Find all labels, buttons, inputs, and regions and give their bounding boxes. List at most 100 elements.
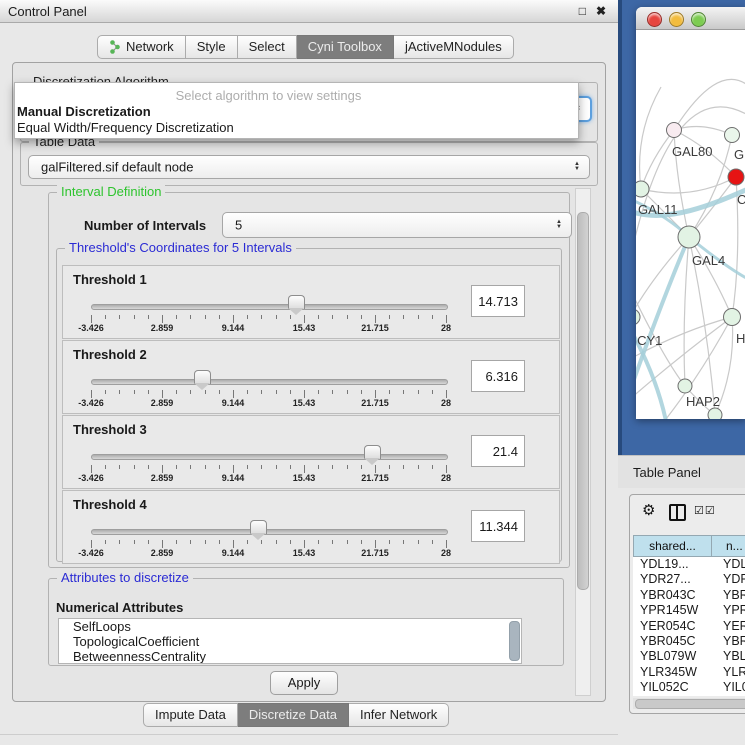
slider-handle[interactable] xyxy=(194,370,211,384)
threshold-value-field[interactable]: 14.713 xyxy=(471,285,525,317)
cell-name[interactable]: YBR0 xyxy=(717,588,745,603)
cell-name[interactable]: YDL1 xyxy=(717,557,745,572)
slider-handle[interactable] xyxy=(288,295,305,309)
slider-tick-label: 28 xyxy=(421,548,471,558)
slider-tick xyxy=(361,465,362,469)
threshold-value-field[interactable]: 6.316 xyxy=(471,360,525,392)
network-node[interactable] xyxy=(724,309,741,326)
close-traffic-light[interactable] xyxy=(647,12,662,27)
cell-name[interactable]: YDR2 xyxy=(717,572,745,587)
slider-tick xyxy=(403,315,404,319)
tab-network[interactable]: Network xyxy=(97,35,186,59)
slider-track[interactable] xyxy=(91,304,448,310)
table-row[interactable]: YPR145WYPR1 xyxy=(633,603,745,618)
slider-handle[interactable] xyxy=(250,520,267,534)
close-window-icon[interactable]: ✖ xyxy=(596,4,606,18)
network-node[interactable] xyxy=(725,128,740,143)
popup-item-manual[interactable]: Manual Discretization xyxy=(17,104,151,119)
network-edge-highlighted[interactable] xyxy=(636,237,689,391)
column-header-name[interactable]: n... xyxy=(712,535,745,557)
cell-shared-name[interactable]: YDL19... xyxy=(633,557,717,572)
cell-name[interactable]: YIL0 xyxy=(717,680,745,695)
table-row[interactable]: YBR043CYBR0 xyxy=(633,588,745,603)
cell-shared-name[interactable]: YLR345W xyxy=(633,665,717,680)
table-row[interactable]: YER054CYER0 xyxy=(633,619,745,634)
cell-shared-name[interactable]: YER054C xyxy=(633,619,717,634)
slider-tick xyxy=(105,315,106,319)
cell-shared-name[interactable]: YBR045C xyxy=(633,634,717,649)
network-edge[interactable] xyxy=(641,130,674,189)
list-scrollbar-thumb[interactable] xyxy=(509,621,520,661)
table-data-combobox[interactable]: galFiltered.sif default node ▲▼ xyxy=(28,155,590,179)
network-edge[interactable] xyxy=(641,177,736,193)
tab-style[interactable]: Style xyxy=(186,35,238,59)
table-row[interactable]: YLR345WYLR3 xyxy=(633,665,745,680)
network-edge[interactable] xyxy=(689,237,732,317)
network-view-window[interactable]: GAL80G.GAL11CGAL4GCY1HHAP2 xyxy=(636,7,745,419)
popup-item-equal-width[interactable]: Equal Width/Frequency Discretization xyxy=(17,120,234,135)
slider-tick-label: 9.144 xyxy=(208,323,258,333)
attribute-list-item[interactable]: BetweennessCentrality xyxy=(59,649,521,664)
network-window-titlebar[interactable] xyxy=(636,7,745,30)
slider-tick xyxy=(375,540,376,548)
table-row[interactable]: YBL079WYBL0 xyxy=(633,649,745,664)
column-header-shared[interactable]: shared... xyxy=(633,535,712,557)
tab-jactivemnodules[interactable]: jActiveMNodules xyxy=(394,35,514,59)
slider-tick xyxy=(261,315,262,319)
cell-name[interactable]: YLR3 xyxy=(717,665,745,680)
cell-shared-name[interactable]: YPR145W xyxy=(633,603,717,618)
table-row[interactable]: YBR045CYBR0 xyxy=(633,634,745,649)
network-node[interactable] xyxy=(678,226,700,248)
table-row[interactable]: YDL19...YDL1 xyxy=(633,557,745,572)
tab-infer-network[interactable]: Infer Network xyxy=(349,703,449,727)
float-window-icon[interactable]: □ xyxy=(579,4,586,18)
apply-button[interactable]: Apply xyxy=(270,671,338,695)
tab-discretize-data[interactable]: Discretize Data xyxy=(238,703,349,727)
num-intervals-combobox[interactable]: 5 ▲▼ xyxy=(222,212,572,238)
table-row[interactable]: YIL052CYIL0 xyxy=(633,680,745,695)
tab-impute-data[interactable]: Impute Data xyxy=(143,703,238,727)
network-node[interactable] xyxy=(728,169,744,185)
cell-name[interactable]: YBR0 xyxy=(717,634,745,649)
slider-handle[interactable] xyxy=(364,445,381,459)
checkboxes-icon[interactable]: ☑☑ xyxy=(694,504,716,517)
cell-name[interactable]: YBL0 xyxy=(717,649,745,664)
tab-select[interactable]: Select xyxy=(238,35,297,59)
cell-name[interactable]: YER0 xyxy=(717,619,745,634)
cell-shared-name[interactable]: YBR043C xyxy=(633,588,717,603)
cell-name[interactable]: YPR1 xyxy=(717,603,745,618)
gear-icon[interactable]: ⚙ xyxy=(642,501,655,519)
network-edge[interactable] xyxy=(640,87,661,189)
network-edge[interactable] xyxy=(674,126,732,135)
slider-track[interactable] xyxy=(91,529,448,535)
tab-cyni-toolbox[interactable]: Cyni Toolbox xyxy=(297,35,394,59)
cell-shared-name[interactable]: YBL079W xyxy=(633,649,717,664)
table-hscrollbar-track[interactable] xyxy=(633,698,745,709)
network-node[interactable] xyxy=(667,123,682,138)
table-row[interactable]: YDR27...YDR2 xyxy=(633,572,745,587)
slider-tick xyxy=(162,540,163,548)
zoom-traffic-light[interactable] xyxy=(691,12,706,27)
network-edge[interactable] xyxy=(684,237,689,386)
slider-tick xyxy=(91,465,92,473)
slider-tick xyxy=(389,390,390,394)
cell-shared-name[interactable]: YIL052C xyxy=(633,680,717,695)
slider-track[interactable] xyxy=(91,379,448,385)
cell-shared-name[interactable]: YDR27... xyxy=(633,572,717,587)
network-node[interactable] xyxy=(636,181,649,197)
attribute-list-item[interactable]: TopologicalCoefficient xyxy=(59,634,521,649)
minimize-traffic-light[interactable] xyxy=(669,12,684,27)
network-edge[interactable] xyxy=(674,79,745,130)
table-hscrollbar-thumb[interactable] xyxy=(635,699,745,709)
panel-scrollbar-thumb[interactable] xyxy=(577,212,589,590)
network-node[interactable] xyxy=(678,379,692,393)
threshold-value-field[interactable]: 11.344 xyxy=(471,510,525,542)
network-graph[interactable]: GAL80G.GAL11CGAL4GCY1HHAP2 xyxy=(636,29,745,419)
slider-track[interactable] xyxy=(91,454,448,460)
network-node[interactable] xyxy=(636,309,640,325)
network-node[interactable] xyxy=(708,408,722,419)
column-layout-icon[interactable] xyxy=(669,504,686,521)
threshold-value-field[interactable]: 21.4 xyxy=(471,435,525,467)
numerical-attributes-list[interactable]: SelfLoopsTopologicalCoefficientBetweenne… xyxy=(58,618,522,664)
attribute-list-item[interactable]: SelfLoops xyxy=(59,619,521,634)
